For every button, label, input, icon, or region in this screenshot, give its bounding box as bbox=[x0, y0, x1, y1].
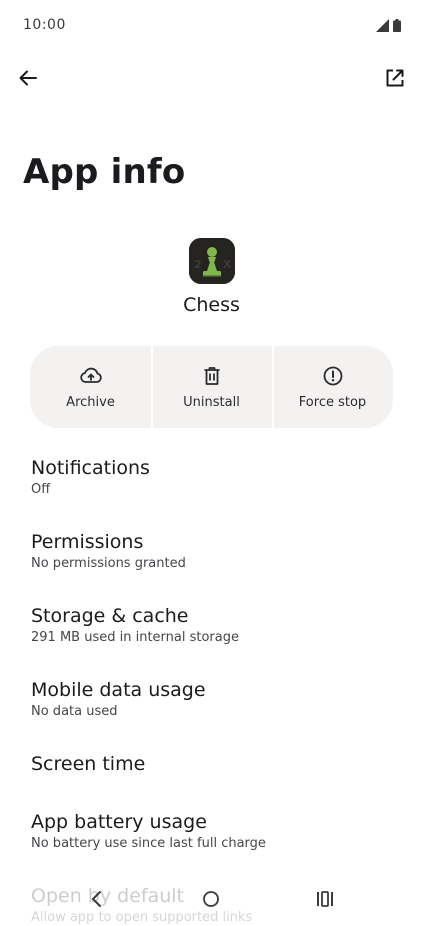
cellular-signal-icon bbox=[376, 19, 389, 32]
archive-label: Archive bbox=[66, 395, 115, 410]
setting-subtitle: 291 MB used in internal storage bbox=[31, 630, 239, 645]
setting-subtitle: No data used bbox=[31, 704, 118, 719]
status-time: 10:00 bbox=[23, 17, 66, 33]
setting-subtitle: No battery use since last full charge bbox=[31, 836, 266, 851]
uninstall-button[interactable]: Uninstall bbox=[151, 346, 272, 428]
setting-permissions[interactable]: Permissions No permissions granted bbox=[0, 529, 423, 572]
action-bar: Archive Uninstall Force stop bbox=[30, 346, 393, 428]
setting-title: Screen time bbox=[31, 753, 146, 775]
force-stop-label: Force stop bbox=[298, 395, 367, 410]
setting-storage-cache[interactable]: Storage & cache 291 MB used in internal … bbox=[0, 603, 423, 646]
setting-title: Notifications bbox=[31, 457, 150, 479]
setting-screen-time[interactable]: Screen time bbox=[0, 751, 423, 777]
svg-text:2: 2 bbox=[194, 258, 202, 271]
chess-pawn-icon: 2 X bbox=[189, 238, 235, 284]
setting-title: Storage & cache bbox=[31, 605, 189, 627]
setting-subtitle: No permissions granted bbox=[31, 556, 186, 571]
status-icons bbox=[376, 19, 401, 32]
back-button[interactable] bbox=[12, 60, 44, 96]
svg-text:X: X bbox=[223, 258, 232, 271]
force-stop-button[interactable]: Force stop bbox=[272, 346, 393, 428]
archive-button[interactable]: Archive bbox=[30, 346, 151, 428]
nav-home-icon bbox=[203, 891, 219, 907]
cloud-upload-icon bbox=[79, 367, 102, 383]
trash-icon bbox=[204, 367, 219, 385]
navigation-bar bbox=[0, 880, 423, 922]
alert-circle-icon bbox=[323, 366, 342, 386]
arrow-back-icon bbox=[19, 70, 37, 86]
nav-recents-icon bbox=[317, 891, 333, 907]
nav-back-icon bbox=[92, 891, 101, 907]
setting-notifications[interactable]: Notifications Off bbox=[0, 455, 423, 498]
battery-icon bbox=[393, 19, 401, 32]
nav-home-button[interactable] bbox=[198, 886, 224, 912]
uninstall-label: Uninstall bbox=[183, 395, 240, 410]
open-in-new-icon bbox=[386, 69, 404, 87]
nav-back-button[interactable] bbox=[84, 886, 110, 912]
status-bar: 10:00 bbox=[0, 0, 423, 52]
open-app-button[interactable] bbox=[379, 60, 411, 96]
setting-mobile-data[interactable]: Mobile data usage No data used bbox=[0, 677, 423, 720]
app-name: Chess bbox=[183, 294, 240, 316]
setting-title: Permissions bbox=[31, 531, 144, 553]
nav-recents-button[interactable] bbox=[312, 886, 338, 912]
setting-subtitle: Off bbox=[31, 482, 51, 497]
setting-title: Mobile data usage bbox=[31, 679, 206, 701]
setting-title: App battery usage bbox=[31, 811, 207, 833]
setting-battery[interactable]: App battery usage No battery use since l… bbox=[0, 809, 423, 852]
app-icon: 2 X bbox=[189, 238, 235, 284]
top-app-bar bbox=[0, 52, 423, 104]
page-title: App info bbox=[23, 152, 186, 192]
